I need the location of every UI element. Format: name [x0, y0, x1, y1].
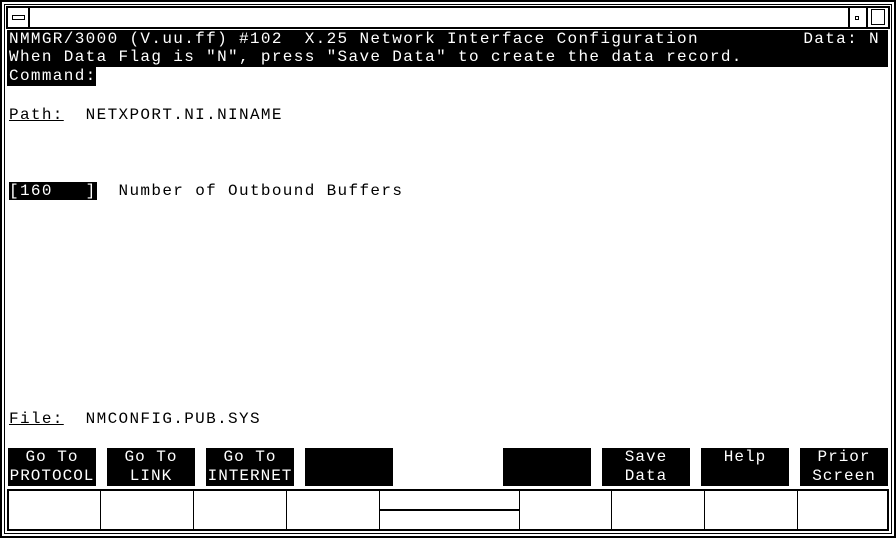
command-label: Command:: [9, 67, 97, 85]
key-label-slot: [287, 491, 380, 529]
softkey-prior-screen[interactable]: Prior Screen: [800, 448, 888, 486]
outbound-buffers-input[interactable]: [160 ]: [9, 182, 97, 200]
maximize-icon: [871, 9, 885, 25]
softkey-go-to-protocol[interactable]: Go To PROTOCOL: [8, 448, 96, 486]
key-label-slot-split: [380, 491, 520, 529]
function-key-label-grid: [7, 489, 889, 531]
file-label: File:: [9, 410, 64, 428]
key-label-slot: [520, 491, 612, 529]
file-value: NMCONFIG.PUB.SYS: [85, 410, 261, 428]
softkey-go-to-link[interactable]: Go To LINK: [107, 448, 195, 486]
title-bar: [6, 6, 890, 29]
softkey-save-data[interactable]: Save Data: [602, 448, 690, 486]
softkey-f4-blank[interactable]: [305, 448, 393, 486]
minimize-icon: [855, 16, 859, 20]
key-label-slot: [194, 491, 287, 529]
key-label-slot: [9, 491, 101, 529]
key-label-slot: [612, 491, 705, 529]
window-menu-button[interactable]: [8, 8, 30, 27]
key-label-slot: [705, 491, 798, 529]
maximize-button[interactable]: [866, 8, 888, 27]
key-label-slot: [101, 491, 194, 529]
minimize-button[interactable]: [848, 8, 866, 27]
softkey-help[interactable]: Help: [701, 448, 789, 486]
softkey-go-to-internet[interactable]: Go To INTERNET: [206, 448, 294, 486]
data-flag: Data: N: [803, 30, 880, 48]
screen-header: NMMGR/3000 (V.uu.ff) #102 X.25 Network I…: [7, 30, 888, 86]
window-menu-icon: [12, 15, 25, 20]
softkey-f5-blank[interactable]: [503, 448, 591, 486]
file-row: File: NMCONFIG.PUB.SYS: [9, 410, 261, 429]
path-row: Path: NETXPORT.NI.NINAME: [9, 106, 283, 125]
key-label-slot: [798, 491, 887, 529]
screen-title: NMMGR/3000 (V.uu.ff) #102 X.25 Network I…: [9, 30, 699, 48]
field-row: [160 ] Number of Outbound Buffers: [9, 182, 403, 201]
outbound-buffers-label: Number of Outbound Buffers: [118, 182, 404, 200]
instruction-text: When Data Flag is "N", press "Save Data"…: [9, 48, 743, 66]
path-value: NETXPORT.NI.NINAME: [85, 106, 283, 124]
command-input[interactable]: [96, 67, 888, 86]
path-label: Path:: [9, 106, 64, 124]
